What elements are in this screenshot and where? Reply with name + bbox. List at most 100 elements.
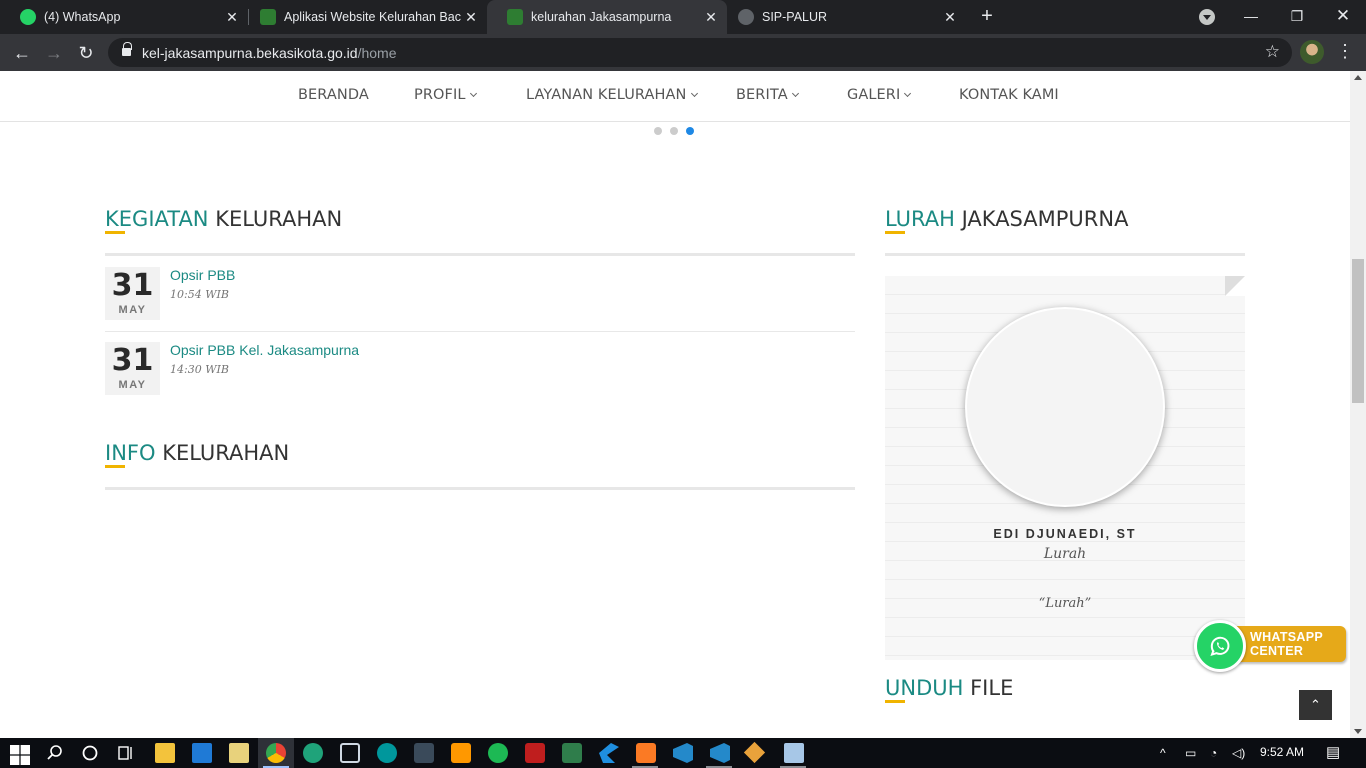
event-month: MAY [118, 304, 147, 316]
battery-icon[interactable]: ▭ [1185, 746, 1196, 760]
close-tab-icon[interactable]: ✕ [222, 9, 242, 26]
bekasi-logo-icon [507, 9, 523, 25]
chevron-up-icon[interactable]: ^ [1160, 746, 1166, 760]
nav-item-galeri[interactable]: GALERI [847, 87, 912, 103]
scroll-down-arrow-icon[interactable] [1354, 729, 1362, 734]
lurah-name: EDI DJUNAEDI, ST [993, 527, 1137, 541]
git-app-icon[interactable] [743, 741, 766, 764]
lurah-role: Lurah [1043, 546, 1087, 562]
slider-dot[interactable] [670, 127, 678, 135]
address-bar[interactable]: kel-jakasampurna.bekasikota.go.id/home ☆ [108, 38, 1292, 67]
event-date-box: 31 MAY [105, 267, 160, 320]
chevron-down-icon [904, 89, 912, 98]
kegiatan-heading: KEGIATAN KELURAHAN [105, 207, 343, 231]
tab-title: kelurahan Jakasampurna [531, 10, 672, 24]
nav-item-beranda[interactable]: BERANDA [298, 87, 369, 103]
whatsapp-icon [20, 9, 36, 25]
minimize-button[interactable]: — [1236, 4, 1266, 28]
browser-tab-active[interactable]: kelurahan Jakasampurna ✕ [487, 0, 727, 34]
browser-tab[interactable]: Aplikasi Website Kelurahan Backe ✕ [240, 0, 487, 34]
heading-divider [105, 487, 855, 490]
browser-tab[interactable]: SIP-PALUR ✕ [718, 0, 966, 34]
taskbar-clock[interactable]: 9:52 AM [1260, 745, 1304, 759]
slider-dot[interactable] [654, 127, 662, 135]
sitemap-icon[interactable] [562, 743, 582, 763]
page-fold-corner [1225, 276, 1245, 296]
sublime-text-icon[interactable] [451, 743, 471, 763]
volume-icon[interactable]: ◁) [1232, 746, 1245, 760]
notes-icon[interactable] [784, 743, 804, 763]
nav-item-kontak-kami[interactable]: KONTAK KAMI [959, 87, 1059, 103]
back-to-top-button[interactable]: ⌃ [1299, 690, 1332, 720]
profile-avatar[interactable] [1300, 40, 1324, 64]
event-title-link[interactable]: Opsir PBB [170, 267, 235, 283]
lurah-quote: “Lurah” [1038, 596, 1092, 611]
event-day: 31 [111, 268, 154, 303]
back-arrow-icon[interactable]: ← [10, 41, 34, 65]
wifi-icon[interactable]: ◔ [1210, 746, 1217, 760]
task-view-icon[interactable] [116, 743, 136, 763]
url-text[interactable]: kel-jakasampurna.bekasikota.go.id/home [142, 45, 397, 61]
event-title-link[interactable]: Opsir PBB Kel. Jakasampurna [170, 342, 359, 358]
new-tab-button[interactable]: + [976, 6, 998, 28]
nav-item-layanan-kelurahan[interactable]: LAYANAN KELURAHAN [526, 87, 698, 103]
browser-tab[interactable]: (4) WhatsApp ✕ [0, 0, 248, 34]
spotify-icon[interactable] [488, 743, 508, 763]
whatsapp-center-button[interactable]: WHATSAPP CENTER [1192, 618, 1348, 678]
scroll-up-arrow-icon[interactable] [1354, 75, 1362, 80]
heading-underline [885, 700, 905, 703]
terminal-icon[interactable] [414, 743, 434, 763]
event-date-box: 31 MAY [105, 342, 160, 395]
lock-icon[interactable] [122, 42, 132, 57]
filezilla-icon[interactable] [525, 743, 545, 763]
cortana-icon[interactable] [80, 743, 100, 763]
notepad-icon[interactable] [229, 743, 249, 763]
scrollbar-thumb[interactable] [1352, 259, 1364, 403]
heading-divider [105, 253, 855, 256]
chrome-icon[interactable] [266, 743, 286, 763]
event-month: MAY [118, 379, 147, 391]
network-tool-icon[interactable] [340, 743, 360, 763]
reload-icon[interactable]: ↻ [74, 41, 98, 65]
close-tab-icon[interactable]: ✕ [940, 9, 960, 26]
vscode-icon[interactable] [673, 743, 693, 763]
chevron-down-icon [791, 89, 799, 98]
nav-item-profil[interactable]: PROFIL [414, 87, 477, 103]
tab-search-icon[interactable] [1199, 9, 1215, 25]
xampp-icon[interactable] [636, 743, 656, 763]
info-heading: INFO KELURAHAN [105, 441, 290, 465]
close-tab-icon[interactable]: ✕ [461, 9, 481, 26]
arrow-app-icon[interactable] [599, 743, 619, 763]
event-time: 14:30 WIB [170, 363, 229, 376]
globe-icon [738, 9, 754, 25]
search-icon[interactable] [45, 743, 65, 763]
lurah-photo [965, 307, 1165, 507]
windows-taskbar: ^ ▭ ◔ ◁) 9:52 AM ▤ [0, 738, 1366, 768]
arduino-icon[interactable] [377, 743, 397, 763]
vscode-icon[interactable] [710, 743, 730, 763]
nav-item-berita[interactable]: BERITA [736, 87, 799, 103]
event-time: 10:54 WIB [170, 288, 229, 301]
forward-arrow-icon[interactable]: → [42, 41, 66, 65]
slider-dot-active[interactable] [686, 127, 694, 135]
close-window-button[interactable]: ✕ [1328, 4, 1358, 28]
tab-title: SIP-PALUR [762, 10, 828, 24]
event-divider [105, 331, 855, 332]
chevron-down-icon [690, 89, 698, 98]
bekasi-logo-icon [260, 9, 276, 25]
windows-start-icon[interactable] [10, 745, 30, 765]
browser-tab-bar: (4) WhatsApp ✕ Aplikasi Website Keluraha… [0, 0, 1366, 34]
lurah-heading: LURAH JAKASAMPURNA [885, 207, 1129, 231]
tab-title: Aplikasi Website Kelurahan Backe [284, 10, 461, 24]
file-explorer-icon[interactable] [155, 743, 175, 763]
mail-icon[interactable] [192, 743, 212, 763]
whatsapp-label: WHATSAPP CENTER [1250, 630, 1323, 658]
browser-menu-icon[interactable]: ⋮ [1336, 42, 1354, 60]
notification-icon[interactable]: ▤ [1326, 743, 1340, 761]
chevron-down-icon [469, 89, 477, 98]
page-viewport: BERANDA PROFIL LAYANAN KELURAHAN BERITA … [0, 71, 1350, 738]
edge-icon[interactable] [303, 743, 323, 763]
page-scrollbar[interactable] [1350, 71, 1366, 738]
bookmark-star-icon[interactable]: ☆ [1265, 42, 1280, 62]
restore-button[interactable]: ❐ [1282, 4, 1312, 28]
